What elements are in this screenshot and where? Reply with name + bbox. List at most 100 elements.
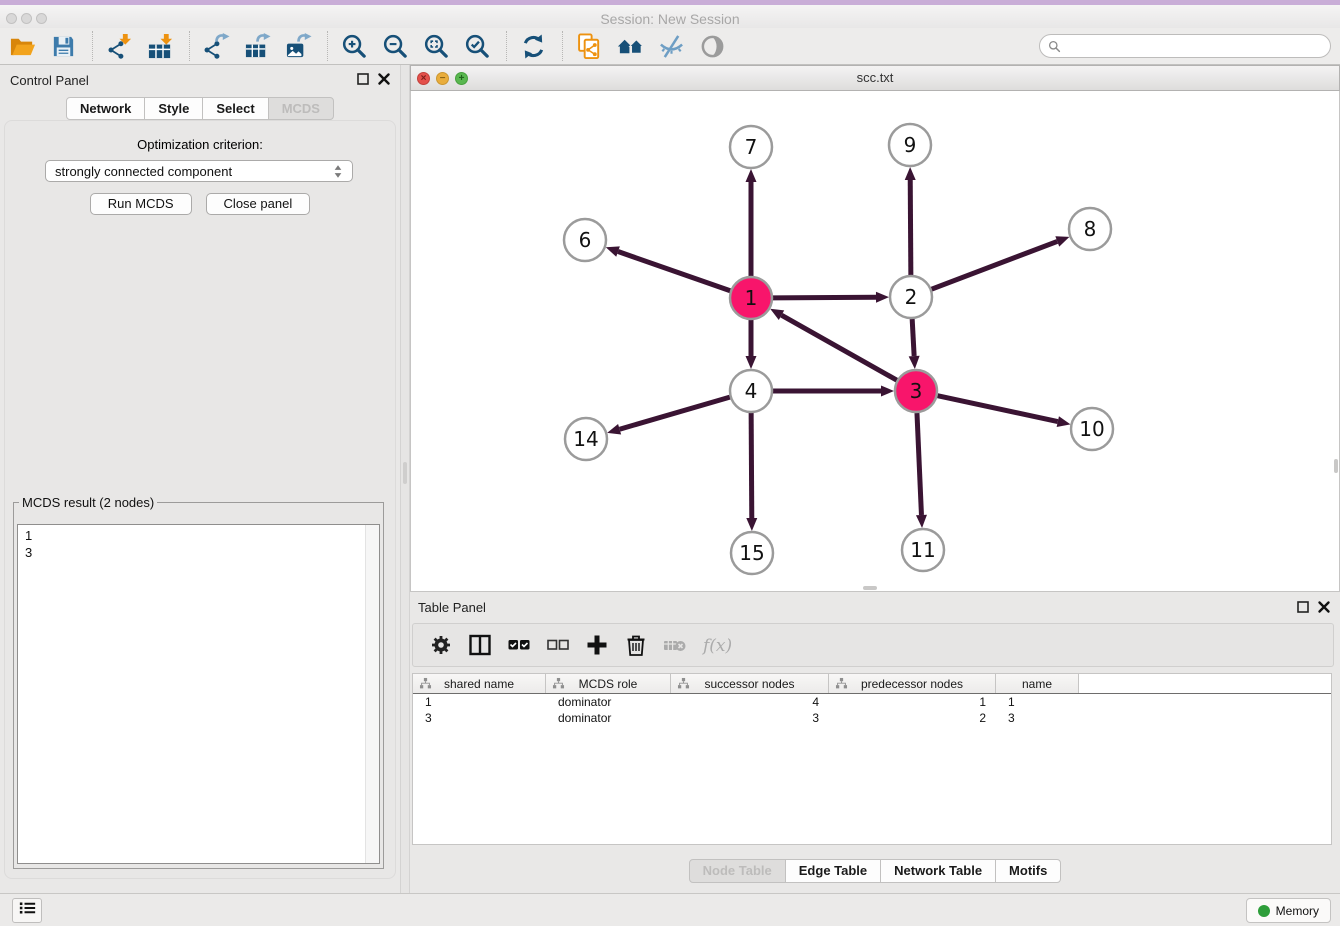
network-canvas[interactable]: 1 2 3 4 6 7 8 9 10 11 14 15: [410, 91, 1340, 592]
zoom-in-icon[interactable]: [340, 32, 368, 60]
clone-network-icon[interactable]: [575, 32, 603, 60]
node-10[interactable]: 10: [1071, 408, 1113, 450]
show-graphics-icon[interactable]: [698, 32, 726, 60]
tab-select[interactable]: Select: [202, 97, 268, 120]
column-header-shared-name[interactable]: shared name: [413, 674, 546, 693]
application-window: Session: New Session Control Panel Netwo…: [0, 0, 1340, 926]
select-none-icon[interactable]: [546, 633, 570, 657]
refresh-icon[interactable]: [519, 32, 547, 60]
canvas-vscroll-nub[interactable]: [1334, 459, 1338, 473]
node-6[interactable]: 6: [564, 219, 606, 261]
edge-4-15[interactable]: [746, 413, 757, 531]
zoom-fit-icon[interactable]: [422, 32, 450, 60]
splitter-handle[interactable]: [403, 462, 407, 484]
close-panel-button[interactable]: Close panel: [206, 193, 311, 215]
gear-icon[interactable]: [429, 633, 453, 657]
node-label: 15: [739, 541, 764, 565]
panel-splitter[interactable]: [400, 65, 410, 893]
edge-2-9[interactable]: [905, 167, 916, 275]
table-row[interactable]: 3dominator323: [413, 710, 1331, 726]
table-tab-edge-table[interactable]: Edge Table: [785, 859, 881, 883]
optimization-criterion-select[interactable]: strongly connected component: [45, 160, 353, 182]
edge-3-11[interactable]: [916, 413, 927, 528]
edge-2-3[interactable]: [909, 319, 920, 369]
zoom-selected-icon[interactable]: [463, 32, 491, 60]
search-box[interactable]: [1039, 34, 1331, 58]
edge-1-6[interactable]: [606, 246, 730, 290]
memory-button[interactable]: Memory: [1246, 898, 1331, 923]
column-header-successor-nodes[interactable]: successor nodes: [671, 674, 829, 693]
mcds-result-title: MCDS result (2 nodes): [19, 495, 157, 510]
network-zoom-icon[interactable]: +: [455, 72, 468, 85]
canvas-hscroll-nub[interactable]: [863, 586, 877, 590]
edge-3-1[interactable]: [770, 309, 897, 380]
table-panel-tabs: Node TableEdge TableNetwork TableMotifs: [410, 859, 1340, 883]
column-header-mcds-role[interactable]: MCDS role: [546, 674, 671, 693]
zoom-out-icon[interactable]: [381, 32, 409, 60]
node-4[interactable]: 4: [730, 370, 772, 412]
network-minimize-icon[interactable]: −: [436, 72, 449, 85]
run-mcds-button[interactable]: Run MCDS: [90, 193, 192, 215]
svg-text:f(x): f(x): [702, 636, 732, 656]
edge-1-4[interactable]: [746, 320, 757, 369]
split-columns-icon[interactable]: [468, 633, 492, 657]
tab-mcds[interactable]: MCDS: [268, 97, 334, 120]
edge-4-14[interactable]: [607, 397, 730, 434]
import-network-icon[interactable]: [105, 32, 133, 60]
node-11[interactable]: 11: [902, 529, 944, 571]
delete-icon[interactable]: [624, 633, 648, 657]
table-tab-motifs[interactable]: Motifs: [995, 859, 1061, 883]
close-panel-icon[interactable]: [377, 72, 391, 86]
sort-icon: [552, 677, 565, 690]
tab-style[interactable]: Style: [144, 97, 203, 120]
window-titlebar: Session: New Session: [0, 0, 1340, 28]
node-15[interactable]: 15: [731, 532, 773, 574]
edge-1-2[interactable]: [773, 292, 889, 303]
search-input[interactable]: [1065, 38, 1322, 54]
column-header-name[interactable]: name: [996, 674, 1079, 693]
table-tab-node-table[interactable]: Node Table: [689, 859, 786, 883]
network-graph[interactable]: 1 2 3 4 6 7 8 9 10 11 14 15: [411, 91, 1339, 590]
select-all-icon[interactable]: [507, 633, 531, 657]
open-icon[interactable]: [8, 32, 36, 60]
edge-1-7[interactable]: [746, 169, 757, 276]
export-table-icon[interactable]: [243, 32, 271, 60]
add-icon[interactable]: [585, 633, 609, 657]
float-panel-icon[interactable]: [1296, 600, 1310, 614]
import-table-icon[interactable]: [146, 32, 174, 60]
node-1[interactable]: 1: [730, 277, 772, 319]
cell-shared-name: 3: [413, 711, 546, 725]
function-icon: f(x): [702, 633, 736, 657]
table-panel-title: Table Panel: [418, 600, 486, 615]
table-panel-controls: [1296, 600, 1331, 614]
node-7[interactable]: 7: [730, 126, 772, 168]
edge-2-8[interactable]: [932, 236, 1070, 289]
table-tab-network-table[interactable]: Network Table: [880, 859, 996, 883]
float-panel-icon[interactable]: [356, 72, 370, 86]
close-panel-icon[interactable]: [1317, 600, 1331, 614]
network-window-titlebar[interactable]: × − + scc.txt: [410, 65, 1340, 91]
node-label: 14: [573, 427, 598, 451]
mcds-result-scrollbar[interactable]: [365, 525, 379, 863]
tab-network[interactable]: Network: [66, 97, 145, 120]
node-8[interactable]: 8: [1069, 208, 1111, 250]
node-table: shared nameMCDS rolesuccessor nodesprede…: [412, 673, 1332, 845]
node-3[interactable]: 3: [895, 370, 937, 412]
toolbar-separator: [189, 31, 191, 61]
table-row[interactable]: 1dominator411: [413, 694, 1331, 710]
control-panel-tabs: NetworkStyleSelectMCDS: [0, 97, 400, 120]
node-14[interactable]: 14: [565, 418, 607, 460]
export-network-icon[interactable]: [202, 32, 230, 60]
node-2[interactable]: 2: [890, 276, 932, 318]
edge-4-3[interactable]: [773, 386, 894, 397]
task-history-button[interactable]: [12, 898, 42, 923]
edge-3-10[interactable]: [938, 396, 1071, 427]
cell-mcds-role: dominator: [546, 695, 671, 709]
hide-graphics-icon[interactable]: [657, 32, 685, 60]
node-9[interactable]: 9: [889, 124, 931, 166]
export-image-icon[interactable]: [284, 32, 312, 60]
save-icon[interactable]: [49, 32, 77, 60]
network-close-icon[interactable]: ×: [417, 72, 430, 85]
home-icon[interactable]: [616, 32, 644, 60]
column-header-predecessor-nodes[interactable]: predecessor nodes: [829, 674, 996, 693]
